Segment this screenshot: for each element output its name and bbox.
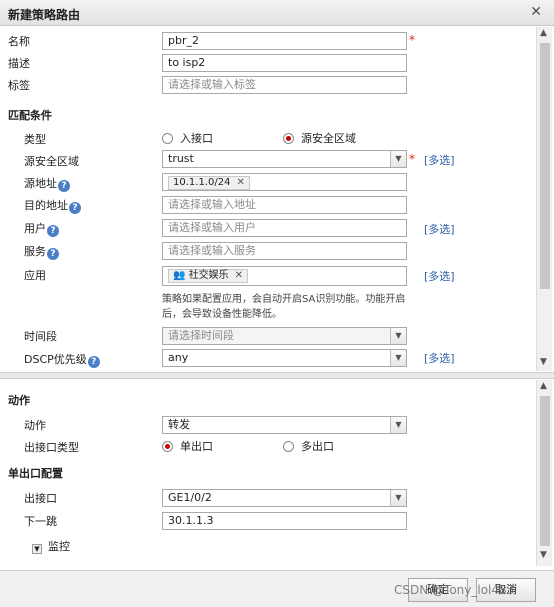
scrollbar-thumb[interactable]	[540, 43, 550, 289]
app-category-icon: 👥	[173, 270, 186, 281]
scroll-down-icon[interactable]: ▼	[540, 357, 547, 367]
chevron-down-icon[interactable]: ▼	[390, 350, 406, 366]
help-icon[interactable]: ?	[58, 180, 70, 192]
service-label: 服务?	[24, 243, 59, 260]
name-label: 名称	[8, 35, 30, 48]
chevron-down-icon[interactable]: ▼	[390, 151, 406, 167]
src-addr-label: 源地址?	[24, 175, 70, 192]
radio-selected-icon	[162, 441, 173, 452]
upper-scrollbar[interactable]: ▲ ▼	[536, 27, 552, 371]
tag-label: 标签	[8, 79, 30, 92]
lower-scrollbar[interactable]: ▲ ▼	[536, 380, 552, 566]
time-label: 时间段	[24, 330, 57, 343]
egress-select[interactable]: GE1/0/2 ▼	[162, 489, 407, 507]
app-multi-link[interactable]: [多选]	[424, 268, 455, 284]
time-select[interactable]: 请选择时间段 ▼	[162, 327, 407, 345]
help-icon[interactable]: ?	[87, 356, 100, 368]
radio-icon	[162, 133, 173, 144]
src-addr-field[interactable]: 10.1.1.0/24 ✕	[162, 173, 407, 191]
dscp-label: DSCP优先级?	[24, 351, 100, 368]
dscp-select[interactable]: any ▼	[162, 349, 407, 367]
scroll-down-icon[interactable]: ▼	[540, 550, 547, 560]
user-multi-link[interactable]: [多选]	[424, 221, 455, 237]
close-icon[interactable]: ✕	[530, 4, 542, 20]
pane-splitter[interactable]	[0, 372, 554, 379]
chevron-down-icon[interactable]: ▼	[390, 328, 406, 344]
chevron-down-icon[interactable]: ▼	[390, 417, 406, 433]
src-addr-tag: 10.1.1.0/24 ✕	[168, 176, 250, 190]
dialog-footer: 确定 取消 CSDN @Tony_lol483	[0, 570, 554, 607]
src-zone-label: 源安全区域	[24, 155, 79, 168]
user-field[interactable]: 请选择或输入用户	[162, 219, 407, 237]
dscp-multi-link[interactable]: [多选]	[424, 350, 455, 366]
service-field[interactable]: 请选择或输入服务	[162, 242, 407, 260]
remove-tag-icon[interactable]: ✕	[235, 270, 243, 281]
action-select[interactable]: 转发 ▼	[162, 416, 407, 434]
required-mark: *	[409, 152, 415, 166]
dialog-title: 新建策略路由	[8, 8, 81, 22]
dst-addr-field[interactable]: 请选择或输入地址	[162, 196, 407, 214]
type-radio-src-zone[interactable]: 源安全区域	[283, 130, 356, 146]
help-icon[interactable]: ?	[47, 225, 59, 237]
monitor-toggle[interactable]: ▼ 监控	[32, 538, 70, 554]
dialog-titlebar: 新建策略路由 ✕	[0, 0, 554, 26]
radio-selected-icon	[283, 133, 294, 144]
egress-radio-single[interactable]: 单出口	[162, 438, 213, 454]
egress-radio-multi[interactable]: 多出口	[283, 438, 334, 454]
type-radio-ingress[interactable]: 入接口	[162, 130, 213, 146]
action-section-title: 动作	[8, 394, 30, 407]
src-zone-select[interactable]: trust ▼	[162, 150, 407, 168]
egress-type-label: 出接口类型	[24, 441, 79, 454]
chevron-down-icon[interactable]: ▼	[390, 490, 406, 506]
desc-field[interactable]: to isp2	[162, 54, 407, 72]
scroll-up-icon[interactable]: ▲	[540, 381, 547, 391]
src-zone-multi-link[interactable]: [多选]	[424, 152, 455, 168]
remove-tag-icon[interactable]: ✕	[236, 177, 244, 188]
desc-label: 描述	[8, 57, 30, 70]
nexthop-field[interactable]: 30.1.1.3	[162, 512, 407, 530]
scroll-up-icon[interactable]: ▲	[540, 28, 547, 38]
triangle-down-icon: ▼	[32, 544, 42, 554]
help-icon[interactable]: ?	[47, 248, 59, 260]
tag-field[interactable]: 请选择或输入标签	[162, 76, 407, 94]
dst-addr-label: 目的地址?	[24, 197, 81, 214]
app-hint: 策略如果配置应用，会自动开启SA识别功能。功能开启后，会导致设备性能降低。	[162, 294, 406, 320]
nexthop-label: 下一跳	[24, 515, 57, 528]
scrollbar-thumb[interactable]	[540, 396, 550, 546]
action-label: 动作	[24, 419, 46, 432]
app-label: 应用	[24, 269, 46, 282]
radio-icon	[283, 441, 294, 452]
egress-label: 出接口	[24, 492, 57, 505]
app-field[interactable]: 👥 社交娱乐 ✕	[162, 266, 407, 286]
required-mark: *	[409, 33, 415, 47]
user-label: 用户?	[24, 220, 59, 237]
watermark: CSDN @Tony_lol483	[394, 583, 515, 597]
match-section-title: 匹配条件	[8, 109, 52, 122]
app-tag: 👥 社交娱乐 ✕	[168, 269, 249, 283]
help-icon[interactable]: ?	[69, 202, 81, 214]
type-label: 类型	[24, 133, 46, 146]
name-field[interactable]: pbr_2	[162, 32, 407, 50]
single-egress-section-title: 单出口配置	[8, 467, 63, 480]
